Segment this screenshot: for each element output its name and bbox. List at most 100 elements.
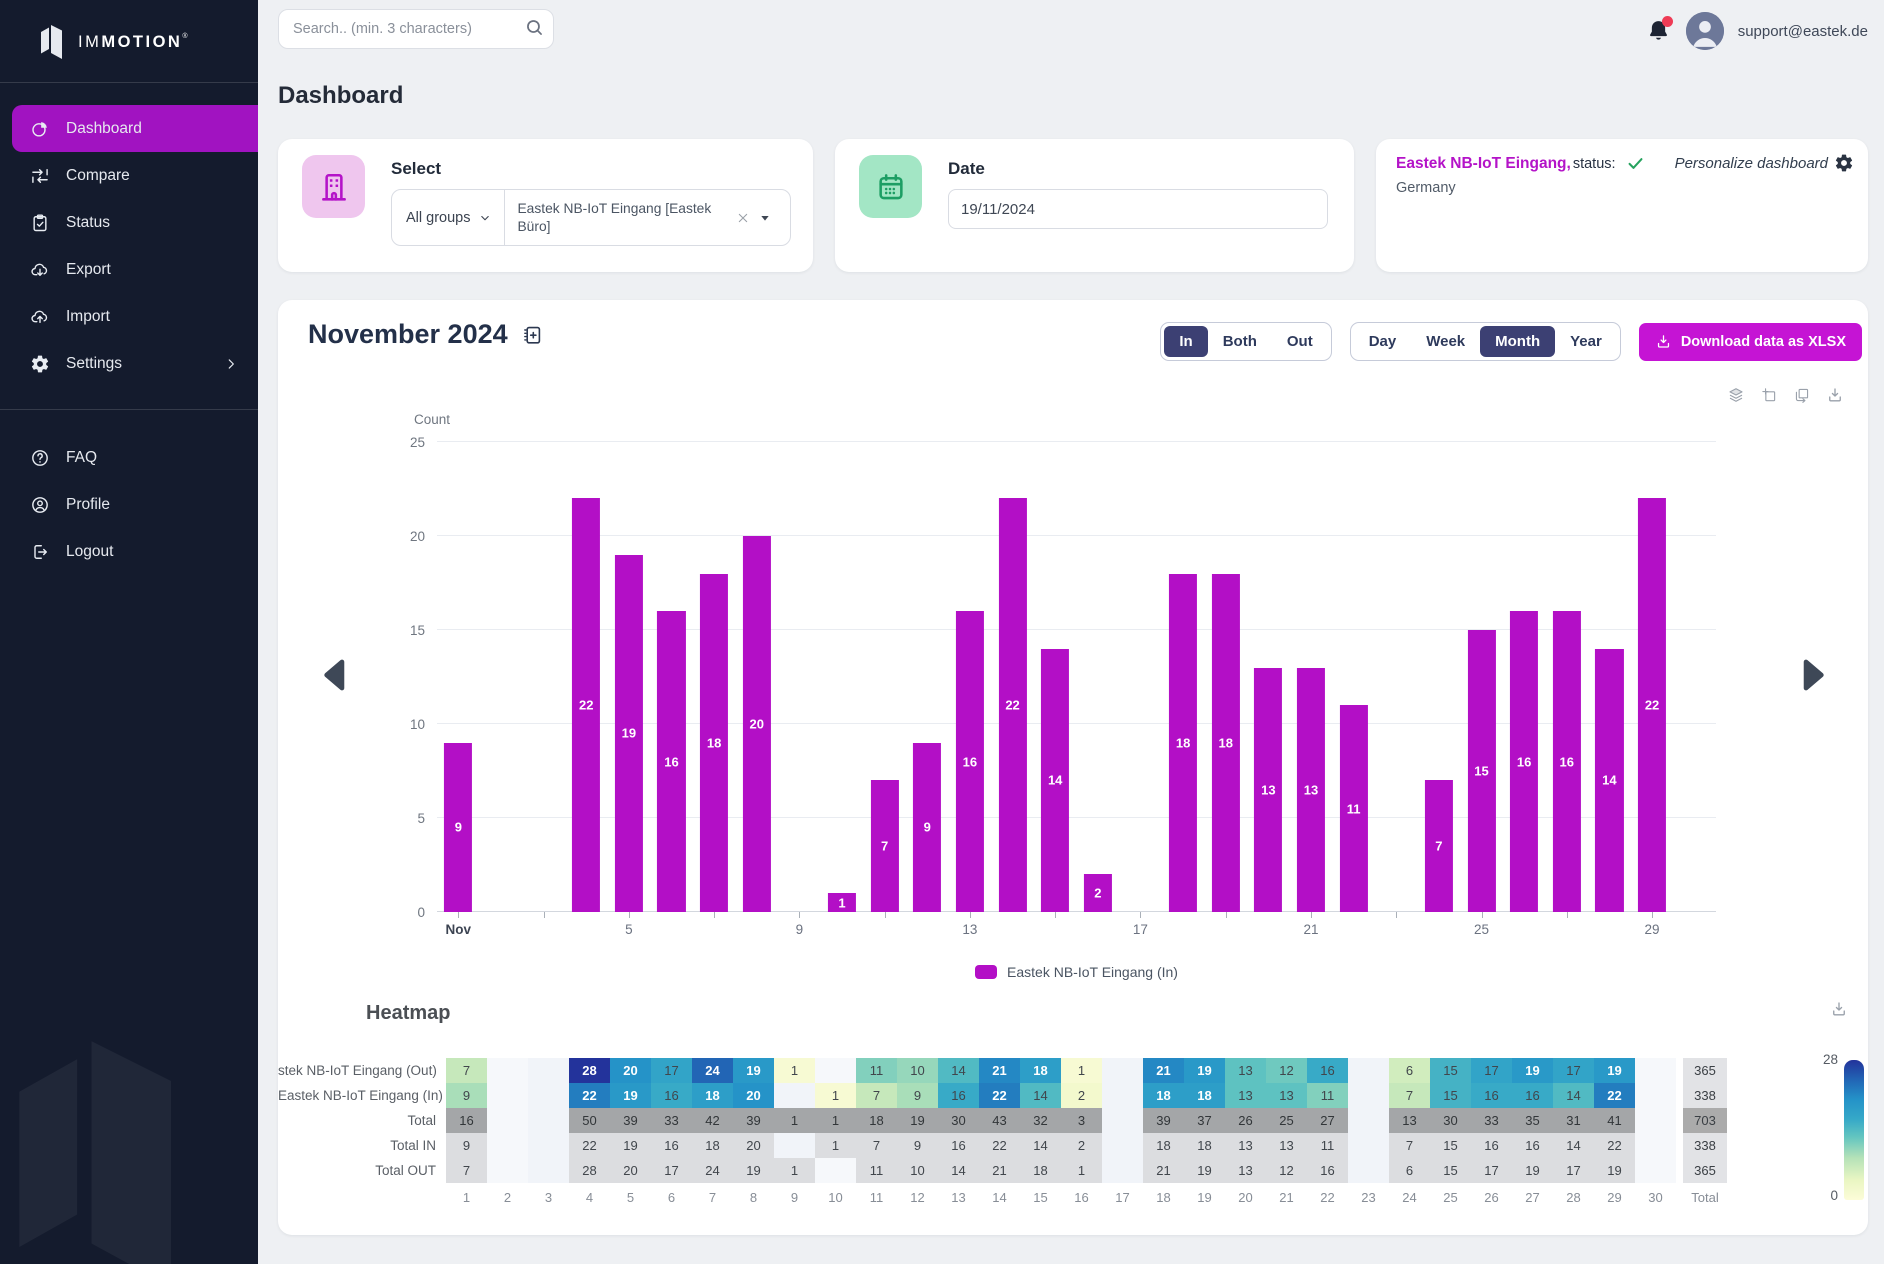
heatmap-cell: 18 [1143, 1133, 1184, 1158]
toggle-month[interactable]: Month [1480, 326, 1555, 357]
close-icon [735, 210, 751, 226]
bar-day-18[interactable]: 18 [1169, 574, 1197, 912]
toggle-in[interactable]: In [1164, 326, 1207, 357]
heatmap-column-label: 24 [1389, 1190, 1430, 1205]
download-xlsx-button[interactable]: Download data as XLSX [1639, 323, 1862, 361]
bar-day-20[interactable]: 13 [1254, 668, 1282, 912]
chart-download-tool-button[interactable] [1826, 386, 1844, 404]
group-select[interactable]: All groups [392, 210, 504, 226]
heatmap-cell: 20 [610, 1058, 651, 1083]
sidebar-item-logout[interactable]: Logout [0, 528, 258, 575]
x-axis-tick [885, 912, 886, 918]
bar-day-5[interactable]: 19 [615, 555, 643, 912]
bar-day-25[interactable]: 15 [1467, 630, 1495, 912]
download-icon [1655, 333, 1672, 350]
reset-zoom-tool-button[interactable] [1793, 386, 1811, 404]
bar-day-11[interactable]: 7 [871, 780, 899, 912]
next-period-button[interactable] [1792, 652, 1834, 698]
toggle-week[interactable]: Week [1411, 326, 1480, 357]
bar-day-16[interactable]: 2 [1084, 874, 1112, 912]
bar-day-1[interactable]: 9 [444, 743, 472, 912]
heatmap-cell [1635, 1058, 1676, 1083]
bar-day-29[interactable]: 22 [1638, 498, 1666, 912]
cards-row: Select All groups Eastek NB-IoT Eingang … [278, 139, 1868, 272]
bar-day-21[interactable]: 13 [1297, 668, 1325, 912]
heatmap-cell: 22 [1594, 1083, 1635, 1108]
heatmap-column-label: 20 [1225, 1190, 1266, 1205]
device-select[interactable]: Eastek NB-IoT Eingang [Eastek Büro] [505, 194, 790, 242]
heatmap-cell: 1 [815, 1108, 856, 1133]
layers-tool-button[interactable] [1727, 386, 1745, 404]
sidebar-item-export[interactable]: Export [0, 246, 258, 293]
heatmap-cell [487, 1133, 528, 1158]
box-select-icon [1760, 386, 1778, 404]
heatmap-cell: 13 [1266, 1133, 1307, 1158]
toggle-year[interactable]: Year [1555, 326, 1617, 357]
box-select-tool-button[interactable] [1760, 386, 1778, 404]
heatmap-cell: 18 [692, 1083, 733, 1108]
heatmap-cell: 18 [1143, 1083, 1184, 1108]
heatmap-download-button[interactable] [1830, 1000, 1848, 1018]
bar-day-26[interactable]: 16 [1510, 611, 1538, 912]
cloud-up-icon [30, 307, 50, 327]
bar-day-7[interactable]: 18 [700, 574, 728, 912]
avatar[interactable] [1686, 12, 1724, 50]
toggle-out[interactable]: Out [1272, 326, 1328, 357]
heatmap-cell: 39 [1143, 1108, 1184, 1133]
date-input[interactable] [948, 189, 1328, 229]
heatmap-cell [1102, 1133, 1143, 1158]
heatmap-cell: 28 [569, 1158, 610, 1183]
bar-value-label: 18 [707, 735, 721, 750]
heatmap-cell [487, 1058, 528, 1083]
heatmap-column-label: 21 [1266, 1190, 1307, 1205]
heatmap-cell [1348, 1108, 1389, 1133]
heatmap-row: Total OUT7282017241911110142118121191312… [278, 1158, 1727, 1183]
bar-day-4[interactable]: 22 [572, 498, 600, 912]
sidebar-item-import[interactable]: Import [0, 293, 258, 340]
x-tick-label: 17 [1133, 922, 1148, 937]
sidebar-item-dashboard[interactable]: Dashboard [12, 105, 258, 152]
prev-period-button[interactable] [314, 652, 356, 698]
heatmap-column-label: 13 [938, 1190, 979, 1205]
heatmap-cell: 6 [1389, 1058, 1430, 1083]
bar-day-15[interactable]: 14 [1041, 649, 1069, 912]
x-tick-label: Nov [446, 922, 472, 937]
toggle-both[interactable]: Both [1208, 326, 1272, 357]
heatmap-cell: 22 [979, 1133, 1020, 1158]
open-dropdown-button[interactable] [757, 210, 773, 226]
sidebar-item-profile[interactable]: Profile [0, 481, 258, 528]
bar-value-label: 11 [1347, 801, 1361, 816]
heatmap-cell: 1 [774, 1058, 815, 1083]
bar-day-12[interactable]: 9 [913, 743, 941, 912]
search-input[interactable] [278, 9, 554, 49]
heatmap-cell: 7 [446, 1158, 487, 1183]
search-button[interactable] [522, 17, 546, 41]
toggle-day[interactable]: Day [1354, 326, 1412, 357]
sidebar-item-compare[interactable]: Compare [0, 152, 258, 199]
bar-day-28[interactable]: 14 [1595, 649, 1623, 912]
clear-selection-button[interactable] [735, 210, 751, 226]
bar-day-19[interactable]: 18 [1212, 574, 1240, 912]
sidebar-item-faq[interactable]: FAQ [0, 434, 258, 481]
bar-day-6[interactable]: 16 [657, 611, 685, 912]
bar-day-27[interactable]: 16 [1553, 611, 1581, 912]
chart-legend: Eastek NB-IoT Eingang (In) [437, 964, 1716, 980]
personalize-dashboard-button[interactable]: Personalize dashboard [1675, 153, 1854, 173]
sidebar-item-status[interactable]: Status [0, 199, 258, 246]
select-card: Select All groups Eastek NB-IoT Eingang … [278, 139, 813, 272]
bar-day-22[interactable]: 11 [1340, 705, 1368, 912]
heatmap-cell: 18 [1184, 1083, 1225, 1108]
heatmap-cell: 14 [1553, 1133, 1594, 1158]
bar-day-10[interactable]: 1 [828, 893, 856, 912]
bar-day-14[interactable]: 22 [998, 498, 1026, 912]
bar-day-8[interactable]: 20 [743, 536, 771, 912]
heatmap-cell: 7 [1389, 1083, 1430, 1108]
calendar-picker-button[interactable] [520, 323, 544, 347]
heatmap-row-label: Total IN [278, 1133, 446, 1158]
notifications-button[interactable] [1645, 18, 1672, 45]
sidebar-item-settings[interactable]: Settings [0, 340, 258, 387]
bar-day-24[interactable]: 7 [1425, 780, 1453, 912]
legend-swatch [975, 965, 997, 979]
bar-day-13[interactable]: 16 [956, 611, 984, 912]
x-axis-tick [799, 912, 800, 918]
